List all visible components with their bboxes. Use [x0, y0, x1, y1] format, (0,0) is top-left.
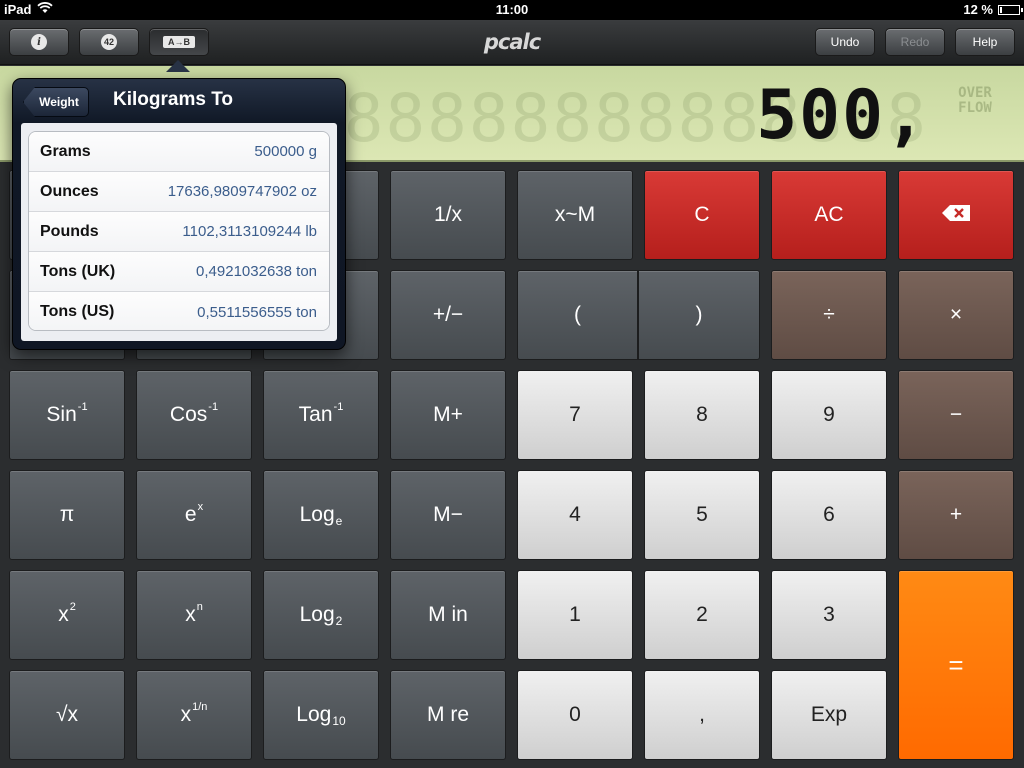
unit-name: Pounds	[40, 222, 99, 240]
conversion-row-grams[interactable]: Grams 500000 g	[29, 132, 329, 172]
swap-memory-key[interactable]: x~M	[517, 170, 633, 260]
decimal-key[interactable]: ,	[644, 670, 760, 760]
plus-key[interactable]: +	[898, 470, 1014, 560]
backspace-key[interactable]	[898, 170, 1014, 260]
digit-4-key[interactable]: 4	[517, 470, 633, 560]
log10-sub: 10	[332, 714, 346, 728]
overflow-indicator: OVER FLOW	[948, 86, 1002, 116]
log10-key[interactable]: Log 10	[263, 670, 379, 760]
arccos-sup: -1	[208, 401, 219, 413]
toolbar: i 42 A→B pcalc Undo Redo Help	[0, 20, 1024, 65]
square-root-key[interactable]: √x	[9, 670, 125, 760]
exponent-key[interactable]: Exp	[771, 670, 887, 760]
clock: 11:00	[495, 2, 529, 17]
unit-value: 17636,9809747902 oz	[167, 183, 317, 200]
unit-value: 1102,3113109244 lb	[182, 223, 317, 240]
pi-key[interactable]: π	[9, 470, 125, 560]
digit-2-key[interactable]: 2	[644, 570, 760, 660]
status-bar: iPad 11:00 12 %	[0, 0, 1024, 20]
power-sup: n	[196, 601, 203, 613]
help-button[interactable]: Help	[955, 28, 1015, 56]
conversion-list: Grams 500000 g Ounces 17636,9809747902 o…	[28, 131, 330, 331]
conversion-row-tons-us[interactable]: Tons (US) 0,5511556555 ton	[29, 292, 329, 330]
redo-button[interactable]: Redo	[885, 28, 945, 56]
unit-value: 0,5511556555 ton	[197, 303, 317, 321]
clear-key[interactable]: C	[644, 170, 760, 260]
conversion-row-ounces[interactable]: Ounces 17636,9809747902 oz	[29, 172, 329, 212]
digit-9-key[interactable]: 9	[771, 370, 887, 460]
close-paren-key[interactable]: )	[638, 270, 760, 360]
arctan-label: Tan	[298, 403, 333, 426]
unit-name: Ounces	[40, 182, 99, 200]
square-key[interactable]: x2	[9, 570, 125, 660]
multiply-key[interactable]: ×	[898, 270, 1014, 360]
digit-6-key[interactable]: 6	[771, 470, 887, 560]
conversion-row-tons-uk[interactable]: Tons (UK) 0,4921032638 ton	[29, 252, 329, 292]
memory-plus-key[interactable]: M+	[390, 370, 506, 460]
overflow-line-2: FLOW	[958, 100, 992, 116]
digit-3-key[interactable]: 3	[771, 570, 887, 660]
nth-root-sup: 1/n	[192, 701, 208, 713]
natural-log-key[interactable]: Log e	[263, 470, 379, 560]
digit-1-key[interactable]: 1	[517, 570, 633, 660]
conversion-popover: Weight Kilograms To Grams 500000 g Ounce…	[12, 78, 346, 350]
power-label: x	[185, 603, 196, 626]
unit-value: 0,4921032638 ton	[196, 263, 317, 280]
natural-log-sub: e	[335, 514, 343, 528]
log2-label: Log	[299, 603, 335, 626]
popover-arrow	[166, 60, 190, 72]
arctan-key[interactable]: Tan -1	[263, 370, 379, 460]
arccos-key[interactable]: Cos -1	[136, 370, 252, 460]
nth-root-label: x	[180, 703, 192, 726]
arcsin-key[interactable]: Sin -1	[9, 370, 125, 460]
unit-name: Tons (US)	[40, 303, 115, 320]
log2-sub: 2	[335, 614, 343, 628]
plus-minus-key[interactable]: +/−	[390, 270, 506, 360]
log10-label: Log	[296, 703, 332, 726]
backspace-icon	[942, 203, 970, 227]
memory-minus-key[interactable]: M−	[390, 470, 506, 560]
square-label: x	[58, 603, 69, 626]
popover-title: Kilograms To	[113, 89, 233, 110]
arcsin-sup: -1	[77, 401, 88, 413]
reciprocal-key[interactable]: 1/x	[390, 170, 506, 260]
battery-icon	[998, 4, 1023, 15]
log2-key[interactable]: Log 2	[263, 570, 379, 660]
exponential-sup: x	[197, 501, 204, 513]
overflow-line-1: OVER	[958, 85, 992, 101]
all-clear-key[interactable]: AC	[771, 170, 887, 260]
arctan-sup: -1	[333, 401, 344, 413]
memory-recall-key[interactable]: M re	[390, 670, 506, 760]
display-value: 500,	[756, 76, 928, 155]
digit-8-key[interactable]: 8	[644, 370, 760, 460]
unit-name: Tons (UK)	[40, 262, 116, 280]
weight-back-button[interactable]: Weight	[23, 87, 89, 117]
minus-key[interactable]: −	[898, 370, 1014, 460]
unit-name: Grams	[40, 142, 91, 160]
unit-value: 500000 g	[254, 143, 317, 160]
popover-content: Grams 500000 g Ounces 17636,9809747902 o…	[21, 123, 337, 341]
arccos-label: Cos	[169, 403, 208, 426]
equals-key[interactable]: =	[898, 570, 1014, 760]
conversion-row-pounds[interactable]: Pounds 1102,3113109244 lb	[29, 212, 329, 252]
memory-in-key[interactable]: M in	[390, 570, 506, 660]
square-sup: 2	[69, 601, 76, 613]
exponential-key[interactable]: ex	[136, 470, 252, 560]
digit-0-key[interactable]: 0	[517, 670, 633, 760]
open-paren-key[interactable]: (	[517, 270, 638, 360]
digit-7-key[interactable]: 7	[517, 370, 633, 460]
undo-button[interactable]: Undo	[815, 28, 875, 56]
exponential-label: e	[184, 503, 197, 526]
natural-log-label: Log	[299, 503, 335, 526]
nth-root-key[interactable]: x 1/n	[136, 670, 252, 760]
power-key[interactable]: xn	[136, 570, 252, 660]
digit-5-key[interactable]: 5	[644, 470, 760, 560]
arcsin-label: Sin	[46, 403, 77, 426]
divide-key[interactable]: ÷	[771, 270, 887, 360]
battery-percent: 12 %	[963, 2, 993, 17]
